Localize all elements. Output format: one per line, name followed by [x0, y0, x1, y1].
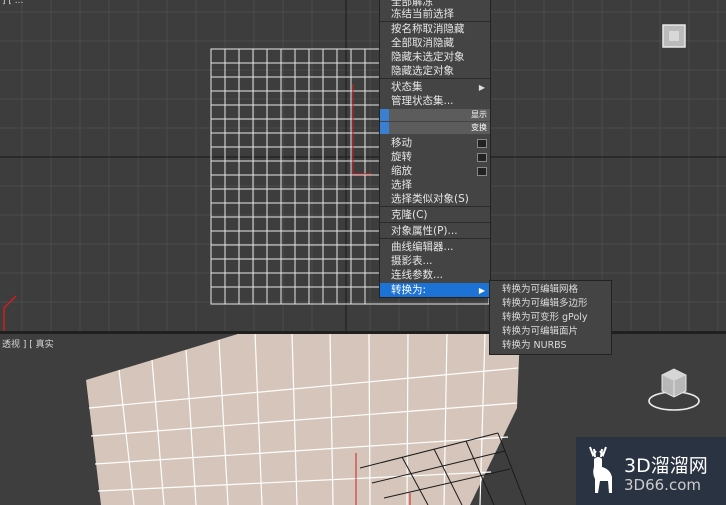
menu-item-rotate[interactable]: 旋转	[391, 150, 412, 164]
menu-item-convert-to[interactable]: 转换为:	[380, 283, 490, 297]
quad-header-display: 显示	[380, 109, 490, 121]
deer-logo-icon	[589, 446, 612, 493]
rotate-settings-icon[interactable]	[477, 153, 487, 162]
menu-item-select[interactable]: 选择	[391, 178, 412, 192]
menu-item-scale[interactable]: 缩放	[391, 164, 412, 178]
menu-item-manage-state-sets[interactable]: 管理状态集...	[391, 94, 454, 108]
top-viewport-label[interactable]: ] [ ...	[2, 0, 23, 6]
top-viewport-canvas	[0, 0, 726, 333]
viewcube-perspective-icon[interactable]	[644, 363, 704, 413]
menu-item-unhide-all[interactable]: 全部取消隐藏	[391, 36, 454, 50]
menu-item-unhide-by-name[interactable]: 按名称取消隐藏	[391, 22, 465, 36]
quad-header-transform: 变换	[380, 122, 490, 134]
menu-item-select-similar[interactable]: 选择类似对象(S)	[391, 192, 469, 206]
menu-separator	[380, 238, 490, 239]
scale-settings-icon[interactable]	[477, 167, 487, 176]
submenu-item-editable-patch[interactable]: 转换为可编辑面片	[502, 325, 578, 339]
menu-item-curve-editor[interactable]: 曲线编辑器...	[391, 240, 454, 254]
perspective-viewport-label[interactable]: 透视 ] [ 真实	[2, 337, 54, 350]
menu-item-move[interactable]: 移动	[391, 136, 412, 150]
menu-item-freeze-selection[interactable]: 冻结当前选择	[391, 7, 454, 21]
watermark-brand: 3D溜溜网	[624, 455, 708, 477]
menu-item-clone[interactable]: 克隆(C)	[391, 208, 428, 222]
quad-header-marker	[380, 122, 389, 134]
top-viewport[interactable]: ] [ ...	[0, 0, 726, 333]
menu-item-hide-selection[interactable]: 隐藏选定对象	[391, 64, 454, 78]
menu-item-object-properties[interactable]: 对象属性(P)...	[391, 224, 458, 238]
menu-separator	[380, 206, 490, 207]
menu-item-hide-unselected[interactable]: 隐藏未选定对象	[391, 50, 465, 64]
quad-header-marker	[380, 109, 389, 121]
submenu-item-editable-poly[interactable]: 转换为可编辑多边形	[502, 297, 588, 311]
submenu-arrow-icon: ▶	[478, 286, 485, 295]
submenu-item-nurbs[interactable]: 转换为 NURBS	[502, 339, 567, 353]
submenu-item-editable-mesh[interactable]: 转换为可编辑网格	[502, 283, 578, 297]
watermark: 3D溜溜网 3D66.com	[576, 437, 726, 505]
quad-header-transform-label: 变换	[471, 123, 487, 132]
viewport-separator[interactable]	[0, 331, 726, 334]
watermark-domain: 3D66.com	[624, 476, 701, 494]
quad-menu: 全部解冻 冻结当前选择 按名称取消隐藏 全部取消隐藏 隐藏未选定对象 隐藏选定对…	[379, 0, 491, 298]
menu-separator	[380, 222, 490, 223]
quad-header-display-label: 显示	[471, 110, 487, 119]
menu-item-wire-parameters[interactable]: 连线参数...	[391, 268, 443, 282]
convert-to-submenu: 转换为可编辑网格 转换为可编辑多边形 转换为可变形 gPoly 转换为可编辑面片…	[489, 280, 612, 355]
move-settings-icon[interactable]	[477, 139, 487, 148]
menu-item-state-sets[interactable]: 状态集	[391, 80, 423, 94]
menu-separator	[380, 78, 490, 79]
submenu-item-deformable-gpoly[interactable]: 转换为可变形 gPoly	[502, 311, 588, 325]
menu-item-dope-sheet[interactable]: 摄影表...	[391, 254, 433, 268]
viewcube-top-icon[interactable]	[660, 22, 688, 50]
submenu-arrow-icon: ▶	[478, 83, 485, 92]
